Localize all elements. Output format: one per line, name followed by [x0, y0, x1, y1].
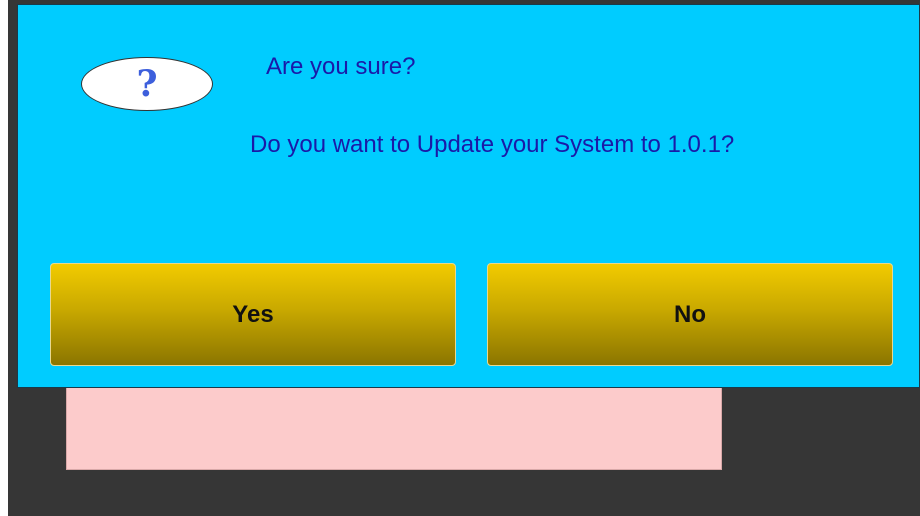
- dialog-message: Do you want to Update your System to 1.0…: [250, 131, 735, 158]
- dialog-title: Are you sure?: [266, 53, 416, 80]
- underlying-panel: [66, 384, 722, 470]
- confirm-dialog: ? Are you sure? Do you want to Update yo…: [17, 4, 920, 388]
- no-button[interactable]: No: [487, 263, 893, 366]
- yes-button-label: Yes: [232, 300, 274, 328]
- left-edge-strip: [0, 0, 8, 516]
- screen-background: ? Are you sure? Do you want to Update yo…: [0, 0, 920, 516]
- yes-button[interactable]: Yes: [50, 263, 456, 366]
- question-icon: ?: [81, 57, 213, 111]
- no-button-label: No: [674, 300, 706, 328]
- question-mark-glyph: ?: [136, 63, 158, 105]
